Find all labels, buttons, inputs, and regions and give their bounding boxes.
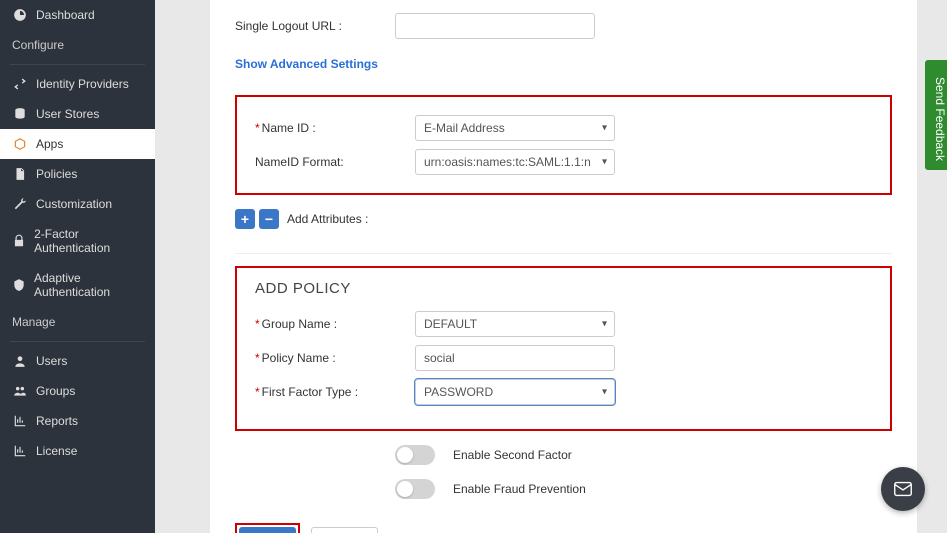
first-factor-row: First Factor Type : PASSWORD ▾ (255, 379, 872, 405)
divider (235, 253, 892, 254)
swap-icon (12, 77, 28, 91)
sidebar-item-label: Users (36, 354, 67, 368)
shield-icon (12, 278, 26, 292)
sidebar-item-label: Identity Providers (36, 77, 129, 91)
save-highlight: Save (235, 523, 300, 533)
first-factor-select[interactable]: PASSWORD (415, 379, 615, 405)
enable-second-factor-row: Enable Second Factor (395, 445, 892, 465)
divider (10, 64, 145, 65)
group-name-select[interactable]: DEFAULT (415, 311, 615, 337)
sidebar-item-dashboard[interactable]: Dashboard (0, 0, 155, 30)
first-factor-label: First Factor Type : (255, 385, 415, 399)
cancel-button[interactable]: Cancel (311, 527, 378, 533)
box-icon (12, 137, 28, 151)
group-name-row: Group Name : DEFAULT ▾ (255, 311, 872, 337)
users-icon (12, 384, 28, 398)
policy-name-label: Policy Name : (255, 351, 415, 365)
nameid-select[interactable]: E-Mail Address (415, 115, 615, 141)
sidebar-section-configure: Configure (0, 30, 155, 60)
sidebar-item-users[interactable]: Users (0, 346, 155, 376)
enable-fraud-label: Enable Fraud Prevention (453, 482, 586, 496)
policy-name-input[interactable] (415, 345, 615, 371)
add-policy-heading: ADD POLICY (255, 280, 872, 297)
sidebar-item-license[interactable]: License (0, 436, 155, 466)
add-policy-highlight-box: ADD POLICY Group Name : DEFAULT ▾ Policy… (235, 266, 892, 431)
add-attributes-row: + − Add Attributes : (235, 209, 892, 229)
file-icon (12, 167, 28, 181)
user-icon (12, 354, 28, 368)
chart-icon (12, 444, 28, 458)
sidebar-section-manage: Manage (0, 307, 155, 337)
sidebar-item-identity-providers[interactable]: Identity Providers (0, 69, 155, 99)
sidebar-item-2fa[interactable]: 2-Factor Authentication (0, 219, 155, 263)
sidebar-item-apps[interactable]: Apps (0, 129, 155, 159)
sidebar-item-label: Reports (36, 414, 78, 428)
add-attribute-button[interactable]: + (235, 209, 255, 229)
add-attributes-label: Add Attributes : (287, 212, 368, 226)
sidebar-item-adaptive-auth[interactable]: Adaptive Authentication (0, 263, 155, 307)
enable-second-factor-label: Enable Second Factor (453, 448, 572, 462)
sidebar-item-label: Groups (36, 384, 75, 398)
enable-second-factor-toggle[interactable] (395, 445, 435, 465)
sidebar-item-policies[interactable]: Policies (0, 159, 155, 189)
sidebar-item-reports[interactable]: Reports (0, 406, 155, 436)
main-content: Single Logout URL : Show Advanced Settin… (155, 0, 947, 533)
sidebar-item-label: Customization (36, 197, 112, 211)
nameid-row: Name ID : E-Mail Address ▾ (255, 115, 872, 141)
contact-fab[interactable] (881, 467, 925, 511)
save-button[interactable]: Save (239, 527, 296, 533)
sidebar-item-label: 2-Factor Authentication (34, 227, 143, 255)
single-logout-row: Single Logout URL : (235, 13, 892, 39)
form-panel: Single Logout URL : Show Advanced Settin… (210, 0, 917, 533)
sidebar-item-customization[interactable]: Customization (0, 189, 155, 219)
enable-fraud-toggle[interactable] (395, 479, 435, 499)
sidebar-item-label: Dashboard (36, 8, 95, 22)
sidebar-item-user-stores[interactable]: User Stores (0, 99, 155, 129)
action-row: Save Cancel (235, 523, 892, 533)
lock-icon (12, 234, 26, 248)
sidebar-item-label: Policies (36, 167, 77, 181)
wrench-icon (12, 197, 28, 211)
db-icon (12, 107, 28, 121)
single-logout-input[interactable] (395, 13, 595, 39)
group-name-label: Group Name : (255, 317, 415, 331)
nameid-format-label: NameID Format: (255, 155, 415, 169)
sidebar-item-label: User Stores (36, 107, 99, 121)
send-feedback-tab[interactable]: Send Feedback (925, 60, 947, 170)
single-logout-label: Single Logout URL : (235, 19, 395, 33)
show-advanced-link[interactable]: Show Advanced Settings (235, 57, 378, 71)
nameid-format-select[interactable]: urn:oasis:names:tc:SAML:1.1:nameid-fo (415, 149, 615, 175)
sidebar-item-label: Adaptive Authentication (34, 271, 143, 299)
nameid-format-row: NameID Format: urn:oasis:names:tc:SAML:1… (255, 149, 872, 175)
sidebar: Dashboard Configure Identity Providers U… (0, 0, 155, 533)
divider (10, 341, 145, 342)
nameid-label: Name ID : (255, 121, 415, 135)
nameid-highlight-box: Name ID : E-Mail Address ▾ NameID Format… (235, 95, 892, 195)
gauge-icon (12, 8, 28, 22)
remove-attribute-button[interactable]: − (259, 209, 279, 229)
sidebar-item-label: Apps (36, 137, 63, 151)
policy-name-row: Policy Name : (255, 345, 872, 371)
enable-fraud-row: Enable Fraud Prevention (395, 479, 892, 499)
sidebar-item-label: License (36, 444, 77, 458)
chart-icon (12, 414, 28, 428)
envelope-icon (892, 478, 914, 500)
sidebar-item-groups[interactable]: Groups (0, 376, 155, 406)
